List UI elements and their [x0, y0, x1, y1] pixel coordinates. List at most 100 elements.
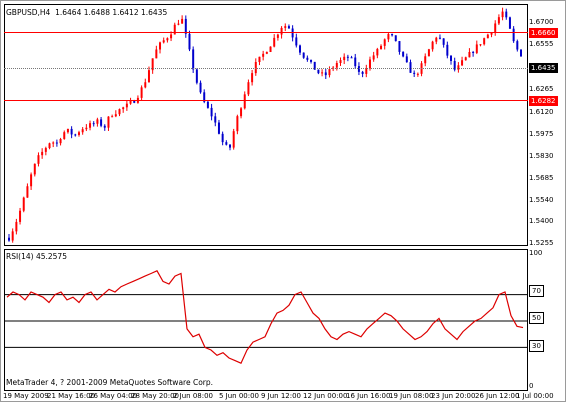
candle-body — [81, 129, 84, 133]
candle-body — [33, 163, 36, 175]
candle-body — [103, 125, 106, 128]
candle-body — [147, 70, 150, 83]
candle-body — [19, 210, 22, 222]
candle-body — [52, 142, 55, 144]
date-tick-label: 9 Jun 12:00 — [261, 392, 302, 400]
price-tick-label: 1.6265 — [529, 85, 554, 93]
candle-body — [199, 82, 202, 93]
candle-body — [346, 56, 349, 58]
candle-body — [26, 186, 29, 198]
candle-body — [22, 197, 25, 211]
candle-body — [247, 82, 250, 95]
date-tick-label: 19 May 2009 — [3, 392, 49, 400]
candle-body — [243, 94, 246, 109]
candle-body — [232, 131, 235, 148]
candle-body — [44, 148, 47, 152]
date-tick-label: 21 May 16:00 — [47, 392, 96, 400]
candle-body — [96, 119, 99, 124]
chart-window[interactable]: GBPUSD,H4 1.6464 1.6488 1.6412 1.6435 1.… — [0, 0, 566, 402]
date-tick-label: 12 Jun 00:00 — [303, 392, 348, 400]
rsi-pane[interactable] — [4, 249, 528, 391]
candle-body — [140, 87, 143, 98]
candle-body — [317, 69, 320, 74]
candle-body — [37, 155, 40, 164]
price-chart-pane[interactable] — [4, 4, 528, 246]
candle-body — [100, 119, 103, 126]
price-chart-svg — [8, 7, 522, 243]
candle-body — [328, 69, 331, 76]
candle-body — [464, 57, 467, 61]
candle-body — [321, 72, 324, 74]
candle-body — [413, 72, 416, 74]
candle-body — [144, 82, 147, 88]
resistance-price-tag: 1.6660 — [529, 28, 558, 38]
candle-body — [225, 142, 228, 145]
candle-body — [287, 26, 290, 29]
current-price-tag: 1.6435 — [529, 63, 558, 73]
candle-body — [335, 63, 338, 68]
candle-body — [298, 45, 301, 53]
candle-body — [181, 18, 184, 24]
candle-body — [159, 42, 162, 50]
candle-body — [446, 44, 449, 56]
rsi-tick-label: 70 — [529, 285, 544, 297]
candle-body — [229, 144, 232, 148]
candle-body — [118, 109, 121, 115]
rsi-tick-label: 0 — [529, 382, 534, 390]
candle-body — [310, 59, 313, 62]
candle-body — [391, 34, 394, 36]
symbol-label: GBPUSD,H4 1.6464 1.6488 1.6412 1.6435 — [6, 8, 167, 17]
candle-body — [394, 35, 397, 42]
candle-body — [236, 116, 239, 132]
candle-body — [497, 17, 500, 24]
candle-body — [512, 28, 515, 42]
candle-body — [162, 40, 165, 43]
candle-body — [122, 107, 125, 110]
candle-body — [114, 114, 117, 117]
candle-body — [405, 56, 408, 63]
date-tick-label: 28 May 20:00 — [131, 392, 180, 400]
ohlc-values: 1.6464 1.6488 1.6412 1.6435 — [55, 8, 168, 17]
date-tick-label: 19 Jun 08:00 — [389, 392, 434, 400]
candle-body — [339, 60, 342, 64]
candle-body — [424, 56, 427, 64]
candle-body — [41, 151, 44, 156]
candle-body — [273, 37, 276, 47]
price-tick-label: 1.5975 — [529, 130, 554, 138]
date-tick-label: 2 Jun 08:00 — [173, 392, 214, 400]
candle-body — [376, 48, 379, 56]
price-tick-label: 1.6555 — [529, 40, 554, 48]
candle-body — [206, 101, 209, 108]
date-tick-label: 1 Jul 00:00 — [516, 392, 554, 400]
candle-body — [166, 38, 169, 41]
date-tick-label: 16 Jun 16:00 — [346, 392, 391, 400]
candle-body — [177, 23, 180, 25]
candle-body — [435, 37, 438, 42]
candle-body — [15, 221, 18, 232]
rsi-tick-label: 50 — [529, 312, 544, 324]
candle-body — [11, 231, 14, 241]
candle-body — [468, 51, 471, 58]
candle-body — [210, 107, 213, 117]
candle-body — [59, 138, 62, 144]
candle-body — [188, 33, 191, 50]
support-line[interactable] — [4, 100, 528, 101]
candle-body — [343, 56, 346, 61]
candle-body — [380, 45, 383, 49]
candle-body — [442, 38, 445, 45]
candle-body — [486, 34, 489, 39]
resistance-line[interactable] — [4, 32, 528, 33]
price-tick-label: 1.6120 — [529, 108, 554, 116]
candle-body — [66, 128, 69, 133]
candle-body — [490, 32, 493, 35]
candle-body — [63, 132, 66, 139]
candle-body — [372, 55, 375, 60]
candle-body — [387, 34, 390, 40]
price-tick-label: 1.5400 — [529, 217, 554, 225]
candle-body — [516, 41, 519, 50]
rsi-tick-label: 100 — [529, 249, 543, 257]
price-tick-label: 1.5255 — [529, 239, 554, 247]
candle-body — [214, 116, 217, 123]
candle-body — [472, 51, 475, 53]
price-tick-label: 1.5830 — [529, 152, 554, 160]
